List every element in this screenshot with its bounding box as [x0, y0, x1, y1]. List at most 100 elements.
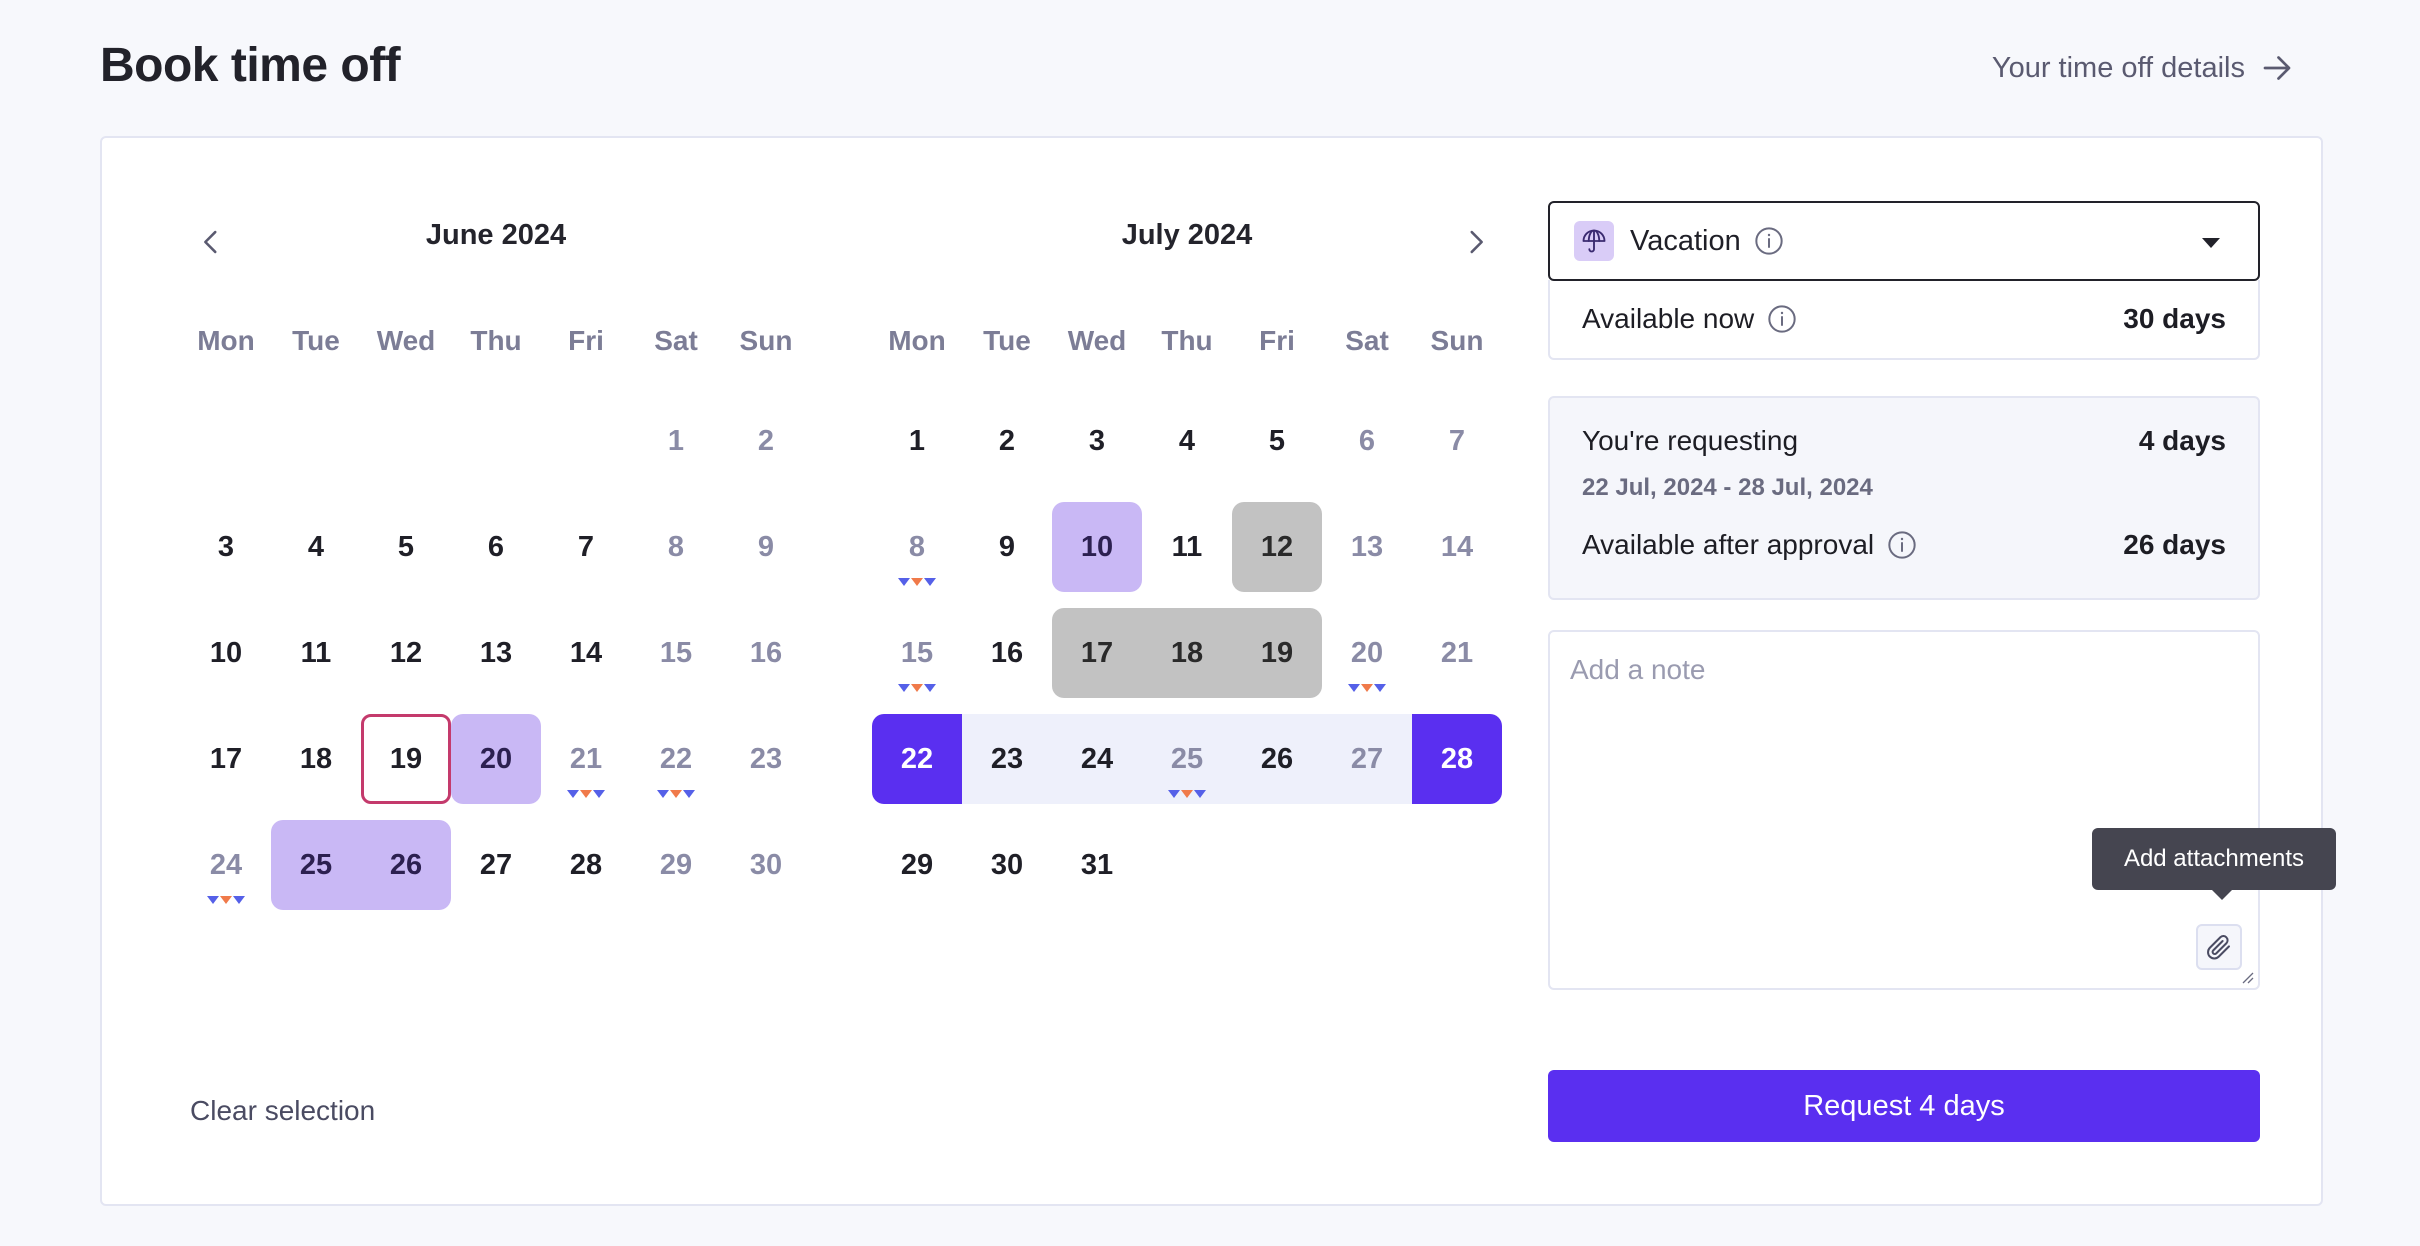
triangle-marker-icon — [1374, 684, 1386, 692]
day-cell[interactable]: 13 — [1322, 502, 1412, 592]
leave-type-select[interactable]: Vacation — [1548, 201, 2260, 281]
day-number: 24 — [1080, 742, 1114, 775]
day-cell[interactable]: 19 — [361, 714, 451, 804]
day-cell[interactable]: 22 — [631, 714, 721, 804]
day-cell[interactable]: 3 — [1052, 396, 1142, 486]
day-cell[interactable]: 9 — [962, 502, 1052, 592]
day-cell[interactable]: 16 — [721, 608, 811, 698]
weekday-label: Mon — [197, 325, 255, 356]
day-number: 18 — [1170, 636, 1204, 669]
day-cell[interactable]: 7 — [541, 502, 631, 592]
next-month-button[interactable] — [1446, 212, 1506, 272]
day-number: 5 — [1268, 424, 1286, 457]
day-cell[interactable]: 11 — [1142, 502, 1232, 592]
arrow-right-icon — [2263, 56, 2291, 80]
day-cell[interactable]: 2 — [962, 396, 1052, 486]
day-cell[interactable]: 26 — [361, 820, 451, 910]
day-cell[interactable]: 7 — [1412, 396, 1502, 486]
public-holiday-marker — [207, 896, 245, 904]
day-cell[interactable]: 30 — [721, 820, 811, 910]
day-number: 30 — [990, 848, 1024, 881]
day-cell[interactable]: 26 — [1232, 714, 1322, 804]
day-cell[interactable]: 25 — [1142, 714, 1232, 804]
day-cell[interactable]: 10 — [1052, 502, 1142, 592]
day-cell[interactable]: 20 — [451, 714, 541, 804]
day-cell[interactable]: 21 — [541, 714, 631, 804]
clear-selection-button[interactable]: Clear selection — [190, 1095, 375, 1127]
note-input[interactable] — [1550, 632, 2258, 988]
day-cell[interactable]: 4 — [1142, 396, 1232, 486]
triangle-marker-icon — [233, 896, 245, 904]
day-number: 17 — [209, 742, 243, 775]
info-icon[interactable] — [1766, 303, 1798, 335]
day-cell[interactable]: 16 — [962, 608, 1052, 698]
requesting-dates: 22 Jul, 2024 - 28 Jul, 2024 — [1582, 474, 1873, 501]
day-cell[interactable]: 10 — [181, 608, 271, 698]
day-cell[interactable]: 9 — [721, 502, 811, 592]
day-number: 16 — [749, 636, 783, 669]
day-cell[interactable]: 29 — [631, 820, 721, 910]
triangle-marker-icon — [580, 790, 592, 798]
weekday-label: Sat — [1345, 325, 1389, 356]
day-cell[interactable]: 31 — [1052, 820, 1142, 910]
day-cell[interactable]: 13 — [451, 608, 541, 698]
day-cell[interactable]: 27 — [1322, 714, 1412, 804]
day-cell[interactable]: 23 — [721, 714, 811, 804]
day-cell[interactable]: 3 — [181, 502, 271, 592]
day-cell[interactable]: 11 — [271, 608, 361, 698]
day-cell[interactable]: 4 — [271, 502, 361, 592]
day-cell[interactable]: 30 — [962, 820, 1052, 910]
day-cell[interactable]: 8 — [872, 502, 962, 592]
day-cell[interactable]: 2 — [721, 396, 811, 486]
day-cell[interactable]: 27 — [451, 820, 541, 910]
day-cell[interactable]: 6 — [451, 502, 541, 592]
day-cell[interactable]: 29 — [872, 820, 962, 910]
weekday-label: Wed — [1067, 325, 1127, 356]
day-cell[interactable]: 17 — [1052, 608, 1142, 698]
request-button[interactable]: Request 4 days — [1548, 1070, 2260, 1142]
day-cell[interactable]: 22 — [872, 714, 962, 804]
day-number: 19 — [1260, 636, 1294, 669]
time-off-details-link[interactable]: Your time off details — [1992, 50, 2295, 86]
note-box — [1548, 630, 2260, 990]
day-cell[interactable]: 24 — [1052, 714, 1142, 804]
paperclip-icon — [2207, 935, 2230, 960]
weekday-label: Mon — [888, 325, 946, 356]
day-cell[interactable]: 15 — [872, 608, 962, 698]
public-holiday-marker — [898, 684, 936, 692]
day-cell[interactable]: 5 — [361, 502, 451, 592]
day-cell[interactable]: 25 — [271, 820, 361, 910]
add-attachment-button[interactable] — [2196, 924, 2242, 970]
day-cell[interactable]: 12 — [361, 608, 451, 698]
day-cell[interactable]: 12 — [1232, 502, 1322, 592]
day-cell[interactable]: 1 — [872, 396, 962, 486]
day-cell[interactable]: 8 — [631, 502, 721, 592]
day-cell[interactable]: 28 — [1412, 714, 1502, 804]
day-cell[interactable]: 21 — [1412, 608, 1502, 698]
weekday-label: Sat — [654, 325, 698, 356]
day-number: 17 — [1080, 636, 1114, 669]
day-number: 20 — [479, 742, 513, 775]
resize-handle-icon[interactable] — [2240, 970, 2254, 984]
day-cell[interactable]: 19 — [1232, 608, 1322, 698]
weekday-label: Sun — [1430, 325, 1484, 356]
day-number: 30 — [749, 848, 783, 881]
day-cell[interactable]: 5 — [1232, 396, 1322, 486]
day-cell[interactable]: 24 — [181, 820, 271, 910]
day-cell[interactable]: 17 — [181, 714, 271, 804]
day-number: 10 — [1080, 530, 1114, 563]
day-cell[interactable]: 23 — [962, 714, 1052, 804]
info-icon[interactable] — [1753, 225, 1785, 257]
day-grid: 1 2 3 4 5 6 7 8 9 10 11 12 13 14 15 16 17 18 19 20 21 22 23 24 2… — [181, 388, 811, 918]
day-cell[interactable]: 14 — [541, 608, 631, 698]
day-cell[interactable]: 28 — [541, 820, 631, 910]
day-cell[interactable]: 20 — [1322, 608, 1412, 698]
day-cell[interactable]: 18 — [1142, 608, 1232, 698]
day-cell[interactable]: 14 — [1412, 502, 1502, 592]
info-icon[interactable] — [1886, 529, 1918, 561]
available-now-value: 30 days — [2123, 303, 2226, 334]
day-cell[interactable]: 1 — [631, 396, 721, 486]
day-cell[interactable]: 6 — [1322, 396, 1412, 486]
day-cell[interactable]: 15 — [631, 608, 721, 698]
day-cell[interactable]: 18 — [271, 714, 361, 804]
